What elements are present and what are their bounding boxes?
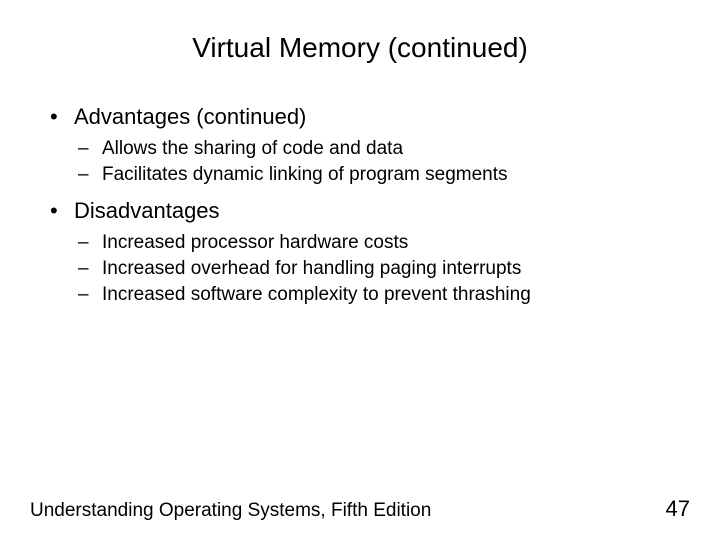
page-number: 47 xyxy=(666,496,690,522)
sub-bullet: Allows the sharing of code and data xyxy=(78,138,690,160)
sub-bullet: Increased overhead for handling paging i… xyxy=(78,258,690,280)
footer-text: Understanding Operating Systems, Fifth E… xyxy=(30,500,431,522)
slide-title: Virtual Memory (continued) xyxy=(30,32,690,64)
slide: Virtual Memory (continued) Advantages (c… xyxy=(0,0,720,540)
sub-bullet: Increased processor hardware costs xyxy=(78,232,690,254)
bullet-disadvantages: Disadvantages xyxy=(50,198,690,224)
sub-bullet: Increased software complexity to prevent… xyxy=(78,284,690,306)
slide-footer: Understanding Operating Systems, Fifth E… xyxy=(30,496,690,522)
sub-bullet: Facilitates dynamic linking of program s… xyxy=(78,164,690,186)
slide-content: Advantages (continued) Allows the sharin… xyxy=(30,104,690,306)
bullet-advantages: Advantages (continued) xyxy=(50,104,690,130)
